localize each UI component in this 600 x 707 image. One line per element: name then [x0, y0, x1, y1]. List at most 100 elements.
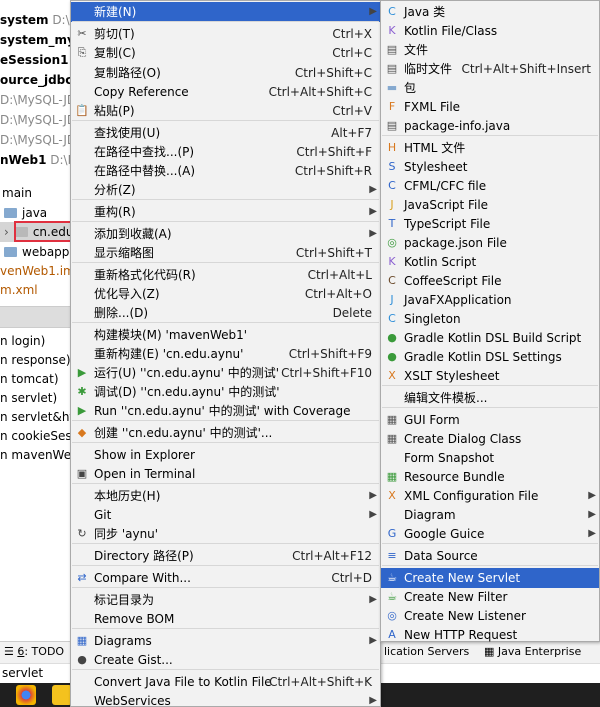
context_menu-item[interactable]: Remove BOM — [71, 609, 380, 629]
tree-node-iml[interactable]: venWeb1.iml — [0, 261, 78, 281]
context_menu-item[interactable]: 复制路径(O) Ctrl+Shift+C — [71, 63, 380, 83]
context_menu-item[interactable]: ▣ Open in Terminal — [71, 464, 380, 484]
tree-module-row[interactable]: D:\MySQL-JD — [0, 90, 76, 110]
tree-module-row[interactable]: D:\MySQL-JD — [0, 110, 76, 130]
submenu-item[interactable]: ◎ Create New Listener — [381, 606, 599, 626]
context_menu-item[interactable]: 分析(Z) ▶ — [71, 180, 380, 200]
run-config-item[interactable]: n servlet) — [0, 388, 57, 408]
context_menu-item[interactable]: 📋 粘贴(P) Ctrl+V — [71, 101, 380, 121]
menu-item-icon: ▦ — [386, 470, 398, 483]
tree-node-java[interactable]: java — [4, 203, 47, 223]
context_menu-item[interactable]: 删除...(D) Delete — [71, 303, 380, 323]
run-config-item[interactable]: n mavenWeb — [0, 445, 79, 465]
context_menu-item[interactable]: ● Create Gist... — [71, 650, 380, 670]
app-icon[interactable] — [52, 685, 72, 705]
chevron-right-icon: ▶ — [588, 509, 596, 520]
submenu-item[interactable]: ▬ 包 — [381, 78, 599, 98]
context_menu-item[interactable]: Directory 路径(P) Ctrl+Alt+F12 — [71, 546, 380, 566]
menu-item-label: 调试(D) ''cn.edu.aynu' 中的测试' — [94, 385, 280, 399]
context_menu-item[interactable]: ◆ 创建 ''cn.edu.aynu' 中的测试'... — [71, 423, 380, 443]
chevron-right-icon: › — [4, 225, 9, 239]
submenu-item[interactable]: ◎ package.json File — [381, 233, 599, 253]
submenu-item[interactable]: J JavaFXApplication — [381, 290, 599, 310]
context_menu-item[interactable]: 重新构建(E) 'cn.edu.aynu' Ctrl+Shift+F9 — [71, 344, 380, 364]
menu-item-label: Open in Terminal — [94, 467, 196, 481]
submenu-item[interactable]: ☕ Create New Servlet — [381, 568, 599, 588]
context_menu-item[interactable]: ▦ Diagrams ▶ — [71, 631, 380, 651]
context_menu-item[interactable]: ✱ 调试(D) ''cn.edu.aynu' 中的测试' — [71, 382, 380, 402]
submenu-item[interactable]: ▤ 临时文件 Ctrl+Alt+Shift+Insert — [381, 59, 599, 79]
context_menu-item[interactable]: 添加到收藏(A) ▶ — [71, 224, 380, 244]
context_menu-item[interactable]: 重构(R) ▶ — [71, 202, 380, 222]
submenu-item[interactable]: K Kotlin Script — [381, 252, 599, 272]
submenu-item[interactable]: T TypeScript File — [381, 214, 599, 234]
context_menu-item[interactable]: 优化导入(Z) Ctrl+Alt+O — [71, 284, 380, 304]
context_menu-item[interactable]: ⎘ 复制(C) Ctrl+C — [71, 43, 380, 63]
context_menu-item[interactable]: 显示缩略图 Ctrl+Shift+T — [71, 243, 380, 263]
run-config-item[interactable]: n response) — [0, 350, 71, 370]
tree-node-pom[interactable]: m.xml — [0, 280, 38, 300]
context_menu-item[interactable]: 新建(N) ▶ — [71, 2, 380, 22]
submenu-item[interactable]: ☕ Create New Filter — [381, 587, 599, 607]
submenu-item[interactable]: ▤ 文件 — [381, 40, 599, 60]
context_menu-item[interactable]: 在路径中替换...(A) Ctrl+Shift+R — [71, 161, 380, 181]
menu-item-label: Kotlin Script — [404, 255, 477, 269]
submenu-item[interactable]: ● Gradle Kotlin DSL Settings — [381, 347, 599, 367]
context_menu-item[interactable]: ▶ Run ''cn.edu.aynu' 中的测试' with Coverage — [71, 401, 380, 421]
menu-item-icon: ● — [77, 653, 87, 666]
submenu-item[interactable]: X XML Configuration File ▶ — [381, 486, 599, 506]
context_menu-item[interactable]: Show in Explorer — [71, 445, 380, 465]
tree-node-main-label: main — [2, 186, 32, 200]
submenu-item[interactable]: G Google Guice ▶ — [381, 524, 599, 544]
submenu-item[interactable]: F FXML File — [381, 97, 599, 117]
submenu-item[interactable]: ≡ Data Source — [381, 546, 599, 566]
submenu-item[interactable]: ▦ Create Dialog Class — [381, 429, 599, 449]
context_menu-item[interactable]: Copy Reference Ctrl+Alt+Shift+C — [71, 82, 380, 102]
context_menu-item[interactable]: ✂ 剪切(T) Ctrl+X — [71, 24, 380, 44]
submenu-item[interactable]: ▤ package-info.java — [381, 116, 599, 136]
submenu-item[interactable]: H HTML 文件 — [381, 138, 599, 158]
submenu-item[interactable]: C CoffeeScript File — [381, 271, 599, 291]
submenu-item[interactable]: Diagram ▶ — [381, 505, 599, 525]
submenu-item[interactable]: C Java 类 — [381, 2, 599, 22]
run-config-item[interactable]: n login) — [0, 331, 45, 351]
todo-tab[interactable]: ☰ 6: TODO — [4, 645, 64, 658]
submenu-item[interactable]: S Stylesheet — [381, 157, 599, 177]
submenu-item[interactable]: ● Gradle Kotlin DSL Build Script — [381, 328, 599, 348]
context_menu-item[interactable]: 重新格式化代码(R) Ctrl+Alt+L — [71, 265, 380, 285]
context_menu-item[interactable]: Git ▶ — [71, 505, 380, 525]
menu-item-label: 新建(N) — [94, 5, 137, 19]
submenu-item[interactable]: C Singleton — [381, 309, 599, 329]
submenu-item[interactable]: K Kotlin File/Class — [381, 21, 599, 41]
menu-item-label: 分析(Z) — [94, 183, 136, 197]
context_menu-item[interactable]: 构建模块(M) 'mavenWeb1' — [71, 325, 380, 345]
submenu-item[interactable]: ▦ GUI Form — [381, 410, 599, 430]
app-servers-tab[interactable]: lication Servers — [384, 645, 469, 658]
tree-module-row[interactable]: D:\MySQL-JD — [0, 130, 76, 150]
context_menu-item[interactable]: 查找使用(U) Alt+F7 — [71, 123, 380, 143]
context_menu-item[interactable]: 本地历史(H) ▶ — [71, 486, 380, 506]
submenu-item[interactable]: A New HTTP Request — [381, 625, 599, 645]
run-config-item[interactable]: n servlet&htt — [0, 407, 79, 427]
tree-node-main[interactable]: main — [2, 183, 32, 203]
context_menu-item[interactable]: ⇄ Compare With... Ctrl+D — [71, 568, 380, 588]
submenu-item[interactable]: Form Snapshot — [381, 448, 599, 468]
submenu-item[interactable]: C CFML/CFC file — [381, 176, 599, 196]
tree-node-webapp[interactable]: webapp — [4, 242, 69, 262]
menu-item-label: Gradle Kotlin DSL Settings — [404, 350, 562, 364]
context_menu-item[interactable]: ↻ 同步 'aynu' — [71, 524, 380, 544]
menu-item-icon: ⇄ — [77, 571, 87, 584]
submenu-item[interactable]: ▦ Resource Bundle — [381, 467, 599, 487]
context_menu-item[interactable]: WebServices ▶ — [71, 691, 380, 707]
menu-item-label: 临时文件 — [404, 62, 453, 76]
submenu-item[interactable]: X XSLT Stylesheet — [381, 366, 599, 386]
run-config-item[interactable]: n tomcat) — [0, 369, 59, 389]
context_menu-item[interactable]: 在路径中查找...(P) Ctrl+Shift+F — [71, 142, 380, 162]
context_menu-item[interactable]: ▶ 运行(U) ''cn.edu.aynu' 中的测试' Ctrl+Shift+F1… — [71, 363, 380, 383]
context_menu-item[interactable]: Convert Java File to Kotlin File Ctrl+Alt… — [71, 672, 380, 692]
context_menu-item[interactable]: 标记目录为 ▶ — [71, 590, 380, 610]
submenu-item[interactable]: J JavaScript File — [381, 195, 599, 215]
chrome-icon[interactable] — [16, 685, 36, 705]
submenu-item[interactable]: 编辑文件模板... — [381, 388, 599, 408]
java-enterprise-tab[interactable]: ▦ Java Enterprise — [484, 645, 581, 658]
